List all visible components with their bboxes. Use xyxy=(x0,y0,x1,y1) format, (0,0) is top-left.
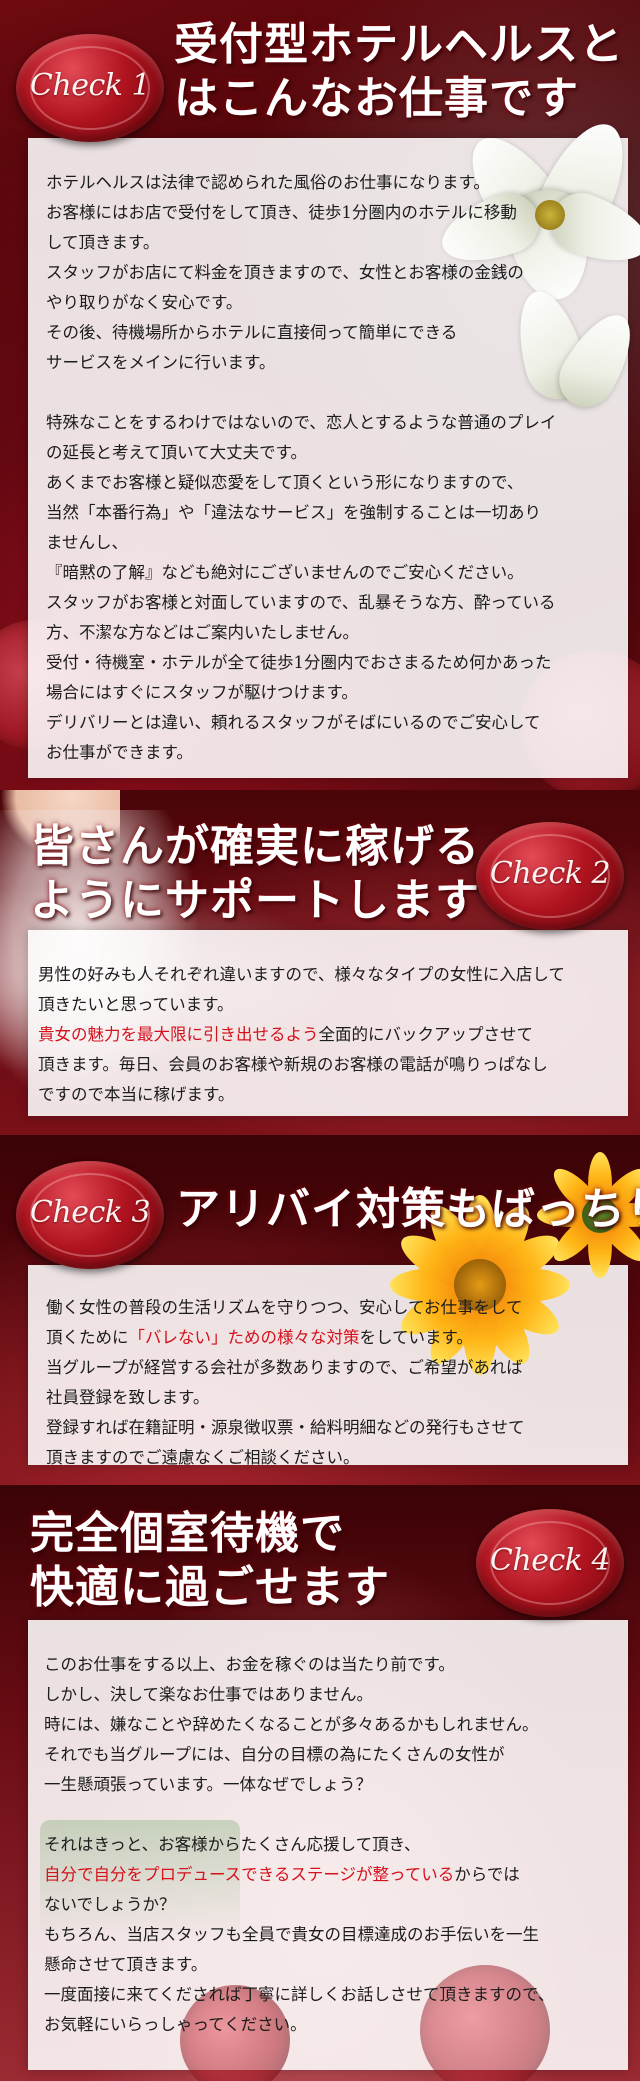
heading-line: 受付型ホテルヘルスと xyxy=(174,19,624,70)
check-badge-label: Check 4 xyxy=(489,1543,611,1578)
body-text-span: からでは xyxy=(454,1865,520,1884)
section-body: 男性の好みも人それぞれ違いますので、様々なタイプの女性に入店して 頂きたいと思っ… xyxy=(38,960,565,1110)
section-body: このお仕事をする以上、お金を稼ぐのは当たり前です。 しかし、決して楽なお仕事では… xyxy=(44,1650,554,2040)
highlight-text: 「バレない」ための様々な対策 xyxy=(128,1328,360,1347)
body-line: 当グループが経営する会社が多数ありますので、ご希望があれば xyxy=(46,1358,523,1377)
section-check1: Check 1 受付型ホテルヘルスと はこんなお仕事です ホテルヘルスは法律で認… xyxy=(0,0,640,790)
check-badge: Check 3 xyxy=(16,1161,164,1269)
check-badge-label: Check 3 xyxy=(29,1195,151,1230)
body-line: お気軽にいらっしゃってください。 xyxy=(44,2015,307,2034)
body-line: あくまでお客様と疑似恋愛をして頂くという形になりますので、 xyxy=(46,473,524,492)
check-badge: Check 2 xyxy=(476,822,624,930)
heading-line: 皆さんが確実に稼げる xyxy=(30,821,480,872)
body-line: 頂くために「バレない」ための様々な対策をしています。 xyxy=(46,1323,525,1353)
body-line: 頂きます。毎日、会員のお客様や新規のお客様の電話が鳴りっぱなし xyxy=(38,1055,548,1074)
body-line: もちろん、当店スタッフも全員で貴女の目標達成のお手伝いを一生 xyxy=(44,1925,539,1944)
section-heading: アリバイ対策もばっちり xyxy=(176,1184,640,1235)
body-line: 場合にはすぐにスタッフが駆けつけます。 xyxy=(46,683,358,702)
check-badge-label: Check 1 xyxy=(29,68,151,103)
body-text-span: をしています。 xyxy=(359,1328,473,1347)
section-heading: 受付型ホテルヘルスと はこんなお仕事です xyxy=(174,18,624,126)
body-line: スタッフがお店にて料金を頂きますので、女性とお客様の金銭の xyxy=(46,263,524,282)
body-line: お客様にはお店で受付をして頂き、徒歩1分圏内のホテルに移動 xyxy=(46,203,517,222)
body-line xyxy=(46,378,556,408)
body-line: このお仕事をする以上、お金を稼ぐのは当たり前です。 xyxy=(44,1655,455,1674)
recruit-page: Check 1 受付型ホテルヘルスと はこんなお仕事です ホテルヘルスは法律で認… xyxy=(0,0,640,2081)
body-line: それでも当グループには、自分の目標の為にたくさんの女性が xyxy=(44,1745,505,1764)
body-text-span: 頂くために xyxy=(46,1328,129,1347)
section-check4: 完全個室待機で 快適に過ごせます Check 4 このお仕事をする以上、お金を稼… xyxy=(0,1485,640,2081)
check-badge: Check 1 xyxy=(16,34,164,142)
body-line: 社員登録を致します。 xyxy=(46,1388,210,1407)
body-line: して頂きます。 xyxy=(46,233,160,252)
body-line: サービスをメインに行います。 xyxy=(46,353,276,372)
body-line: それはきっと、お客様からたくさん応援して頂き、 xyxy=(44,1835,421,1854)
body-line: 懸命させて頂きます。 xyxy=(44,1955,208,1974)
check-badge: Check 4 xyxy=(476,1509,624,1617)
body-line: 一度面接に来てくだされば丁寧に詳しくお話しさせて頂きますので、 xyxy=(44,1985,555,2004)
body-line: 特殊なことをするわけではないので、恋人とするような普通のプレイ xyxy=(46,413,557,432)
heading-line: ようにサポートします xyxy=(30,875,480,926)
section-heading: 皆さんが確実に稼げる ようにサポートします xyxy=(30,820,480,928)
body-line: しかし、決して楽なお仕事ではありません。 xyxy=(44,1685,374,1704)
body-line: ですので本当に稼げます。 xyxy=(38,1085,235,1104)
highlight-text: 自分で自分をプロデュースできるステージが整っている xyxy=(44,1865,455,1884)
section-body: ホテルヘルスは法律で認められた風俗のお仕事になります。 お客様にはお店で受付をし… xyxy=(46,168,556,768)
body-line: デリバリーとは違い、頼れるスタッフがそばにいるのでご安心して xyxy=(46,713,541,732)
body-line: スタッフがお客様と対面していますので、乱暴そうな方、酔っている xyxy=(46,593,556,612)
body-line: 頂きたいと思っています。 xyxy=(38,995,234,1014)
body-line: 時には、嫌なことや辞めたくなることが多々あるかもしれません。 xyxy=(44,1715,539,1734)
check-badge-label: Check 2 xyxy=(489,856,611,891)
body-line: ないでしょうか？ xyxy=(44,1895,176,1914)
body-line: 『暗黙の了解』なども絶対にございませんのでご安心ください。 xyxy=(46,563,524,582)
body-line xyxy=(44,1800,554,1830)
body-line: 貴女の魅力を最大限に引き出せるよう全面的にバックアップさせて xyxy=(38,1020,565,1050)
body-line: の延長と考えて頂いて大丈夫です。 xyxy=(46,443,308,462)
heading-line: 完全個室待機で xyxy=(30,1508,345,1559)
body-line: 一生懸頑張っています。一体なぜでしょう？ xyxy=(44,1775,373,1794)
heading-line: はこんなお仕事です xyxy=(174,73,579,124)
body-line: ホテルヘルスは法律で認められた風俗のお仕事になります。 xyxy=(46,173,490,192)
body-line: 頂きますのでご遠慮なくご相談ください。 xyxy=(46,1448,360,1467)
body-line: 自分で自分をプロデュースできるステージが整っているからでは xyxy=(44,1860,554,1890)
body-line: 男性の好みも人それぞれ違いますので、様々なタイプの女性に入店して xyxy=(38,965,565,984)
highlight-text: 貴女の魅力を最大限に引き出せるよう xyxy=(38,1025,319,1044)
body-line: 受付・待機室・ホテルが全て徒歩1分圏内でおさまるため何かあった xyxy=(46,653,552,672)
body-line: 当然「本番行為」や「違法なサービス」を強制することは一切あり xyxy=(46,503,541,522)
heading-line: 快適に過ごせます xyxy=(30,1562,390,1613)
body-line: お仕事ができます。 xyxy=(46,743,193,762)
body-line: やり取りがなく安心です。 xyxy=(46,293,243,312)
section-heading: 完全個室待機で 快適に過ごせます xyxy=(30,1507,390,1615)
body-line: その後、待機場所からホテルに直接伺って簡単にできる xyxy=(46,323,458,342)
body-text-span: 全面的にバックアップさせて xyxy=(318,1025,534,1044)
section-body: 働く女性の普段の生活リズムを守りつつ、安心してお仕事をして 頂くために「バレない… xyxy=(46,1293,525,1473)
section-check2: 皆さんが確実に稼げる ようにサポートします Check 2 男性の好みも人それぞ… xyxy=(0,790,640,1135)
body-line: 働く女性の普段の生活リズムを守りつつ、安心してお仕事をして xyxy=(46,1298,523,1317)
body-line: ませんし、 xyxy=(46,533,129,552)
body-line: 登録すれば在籍証明・源泉徴収票・給料明細などの発行もさせて xyxy=(46,1418,525,1437)
body-line: 方、不潔な方などはご案内いたしません。 xyxy=(46,623,360,642)
section-check3: Check 3 アリバイ対策もばっちり 働く女性の普段の生活リズムを守りつつ、安… xyxy=(0,1135,640,1485)
